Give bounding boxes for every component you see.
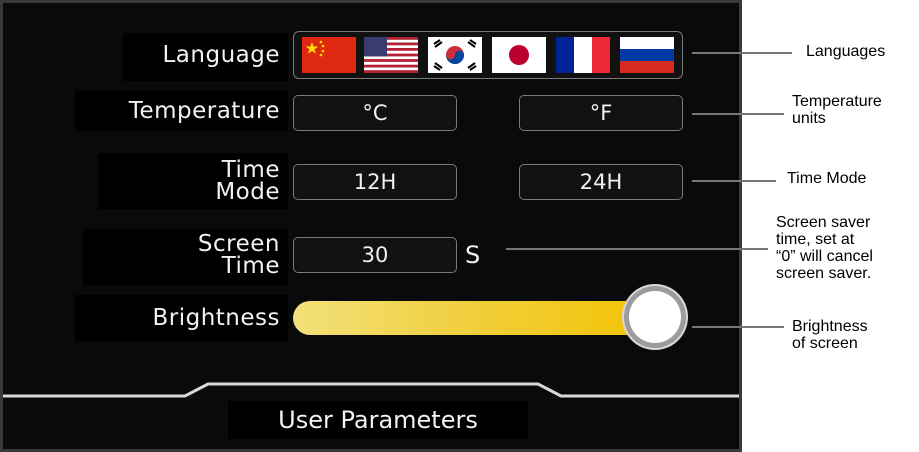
annotation-screen-saver-line4: screen saver. <box>776 265 872 282</box>
annotation-brightness-line1: Brightness <box>792 318 868 335</box>
annotation-time-mode: Time Mode <box>787 170 867 187</box>
annotation-screen-saver-line3: “0” will cancel <box>776 248 873 265</box>
annotation-screen-saver-line1: Screen saver <box>776 214 871 231</box>
annotation-screen-saver-line2: time, set at <box>776 231 855 248</box>
annotation-temperature-line2: units <box>792 110 826 127</box>
annotation-brightness: Brightness of screen <box>792 318 868 352</box>
annotation-temperature-line1: Temperature <box>792 93 882 110</box>
annotation-brightness-line2: of screen <box>792 335 858 352</box>
annotation-screen-saver: Screen saver time, set at “0” will cance… <box>776 214 918 282</box>
annotation-languages: Languages <box>806 43 886 60</box>
annotation-temperature: Temperature units <box>792 93 882 127</box>
